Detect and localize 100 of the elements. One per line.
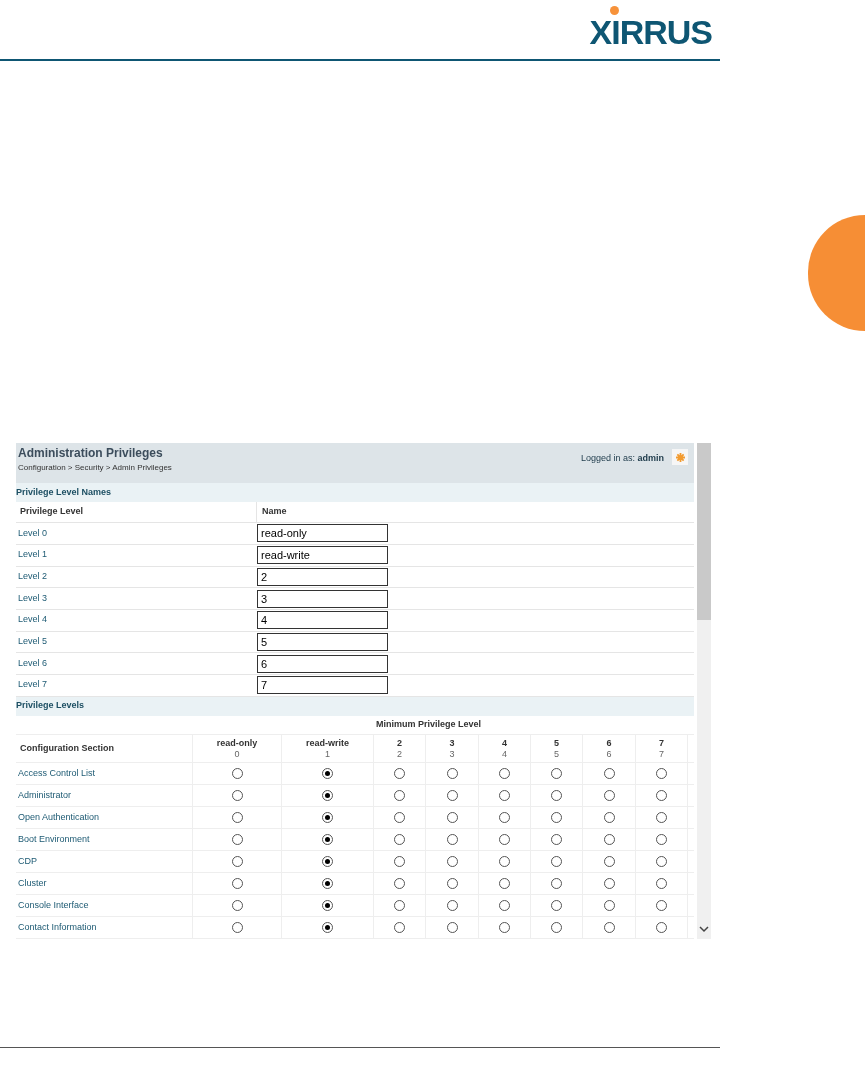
radio-button[interactable] — [322, 878, 333, 890]
radio-button[interactable] — [322, 768, 333, 780]
radio-button[interactable] — [394, 878, 405, 890]
column-number: 1 — [325, 748, 330, 760]
radio-button[interactable] — [394, 900, 405, 912]
name-field[interactable]: read-write — [257, 546, 388, 565]
radio-button[interactable] — [394, 856, 405, 868]
radio-button[interactable] — [551, 812, 562, 824]
radio-button[interactable] — [551, 900, 562, 912]
radio-button[interactable] — [394, 812, 405, 824]
column-number: 2 — [397, 748, 402, 760]
radio-button[interactable] — [394, 790, 405, 802]
name-field[interactable]: 5 — [257, 632, 388, 651]
radio-button[interactable] — [231, 812, 243, 824]
radio-button[interactable] — [446, 922, 458, 934]
radio-button[interactable] — [551, 768, 562, 780]
name-field[interactable]: 3 — [257, 589, 388, 608]
name-field[interactable]: read-only — [257, 524, 388, 543]
radio-button[interactable] — [499, 922, 510, 934]
radio-button[interactable] — [446, 878, 458, 890]
section-heading: Privilege Levels — [16, 699, 85, 713]
radio-button[interactable] — [322, 856, 333, 868]
radio-button[interactable] — [446, 790, 458, 802]
radio-button[interactable] — [394, 922, 405, 934]
radio-button[interactable] — [551, 790, 562, 802]
level-label: Level 5 — [17, 635, 49, 649]
column-header: 4 — [502, 737, 507, 749]
level-label: Level 2 — [17, 570, 49, 584]
radio-button[interactable] — [603, 790, 615, 802]
radio-button[interactable] — [499, 834, 510, 846]
radio-button[interactable] — [446, 856, 458, 868]
radio-button[interactable] — [446, 900, 458, 912]
level-label: Level 1 — [17, 548, 49, 562]
radio-button[interactable] — [446, 834, 458, 846]
radio-button[interactable] — [322, 834, 333, 846]
radio-button[interactable] — [603, 812, 615, 824]
radio-button[interactable] — [603, 834, 615, 846]
radio-button[interactable] — [603, 900, 615, 912]
column-header: Configuration Section — [16, 734, 193, 763]
column-header: Privilege Level — [16, 502, 257, 523]
radio-button[interactable] — [551, 878, 562, 890]
name-field[interactable]: 6 — [257, 654, 388, 673]
radio-button[interactable] — [231, 790, 243, 802]
radio-button[interactable] — [499, 878, 510, 890]
column-number: 7 — [659, 748, 664, 760]
section-label: Access Control List — [16, 763, 193, 785]
section-label: Contact Information — [16, 917, 193, 939]
radio-button[interactable] — [656, 768, 667, 780]
radio-button[interactable] — [499, 790, 510, 802]
radio-button[interactable] — [603, 922, 615, 934]
radio-button[interactable] — [551, 834, 562, 846]
radio-button[interactable] — [394, 768, 405, 780]
radio-button[interactable] — [231, 878, 243, 890]
scrollbar[interactable] — [697, 443, 711, 939]
radio-button[interactable] — [231, 768, 243, 780]
radio-button[interactable] — [603, 856, 615, 868]
chevron-down-icon[interactable] — [699, 926, 709, 933]
brand-logo: XIRRUS — [589, 15, 712, 49]
radio-button[interactable] — [656, 900, 667, 912]
radio-button[interactable] — [499, 812, 510, 824]
radio-button[interactable] — [322, 790, 333, 802]
logged-in-text: Logged in as: admin — [580, 452, 664, 465]
radio-button[interactable] — [603, 878, 615, 890]
section-label: Administrator — [16, 785, 193, 807]
scrollbar-thumb[interactable] — [697, 443, 711, 620]
column-header: 3 — [449, 737, 455, 749]
radio-button[interactable] — [231, 922, 243, 934]
column-header: 5 — [554, 737, 559, 749]
radio-button[interactable] — [499, 768, 510, 780]
radio-button[interactable] — [322, 922, 333, 934]
column-number: 6 — [606, 748, 612, 760]
column-header: read-only — [216, 737, 258, 749]
radio-button[interactable] — [551, 856, 562, 868]
radio-button[interactable] — [656, 922, 667, 934]
radio-button[interactable] — [656, 834, 667, 846]
radio-button[interactable] — [446, 768, 458, 780]
column-header: Name — [261, 505, 287, 519]
level-label: Level 0 — [17, 526, 49, 540]
radio-button[interactable] — [394, 834, 405, 846]
radio-button[interactable] — [551, 922, 562, 934]
radio-button[interactable] — [499, 856, 510, 868]
radio-button[interactable] — [322, 900, 333, 912]
group-header: Minimum Privilege Level — [374, 717, 482, 731]
radio-button[interactable] — [656, 812, 667, 824]
name-field[interactable]: 7 — [257, 676, 388, 695]
name-field[interactable]: 2 — [257, 567, 388, 586]
page-title: Administration Privileges — [18, 445, 164, 462]
radio-button[interactable] — [656, 790, 667, 802]
radio-button[interactable] — [322, 812, 333, 824]
level-label: Level 3 — [17, 591, 49, 605]
radio-button[interactable] — [446, 812, 458, 824]
radio-button[interactable] — [656, 856, 667, 868]
radio-button[interactable] — [231, 900, 243, 912]
name-field[interactable]: 4 — [257, 611, 388, 630]
radio-button[interactable] — [231, 856, 243, 868]
radio-button[interactable] — [231, 834, 243, 846]
radio-button[interactable] — [499, 900, 510, 912]
column-number: 3 — [449, 748, 455, 760]
radio-button[interactable] — [603, 768, 615, 780]
radio-button[interactable] — [656, 878, 667, 890]
